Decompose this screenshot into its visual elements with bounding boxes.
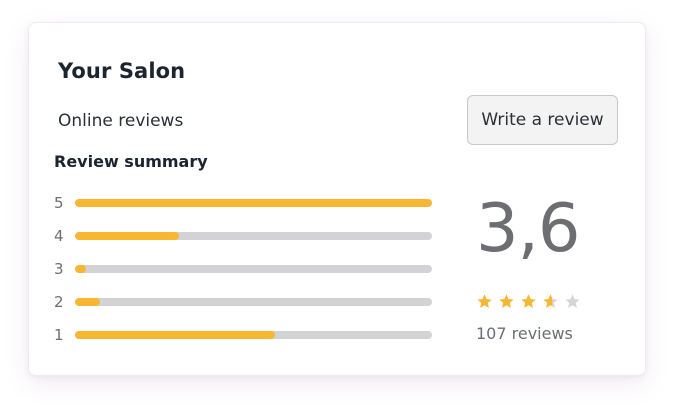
online-reviews-label: Online reviews bbox=[58, 111, 184, 131]
rating-row-5: 5 bbox=[54, 191, 434, 224]
salon-title: Your Salon bbox=[58, 59, 186, 83]
rating-bar-track bbox=[75, 232, 432, 240]
average-rating: 3,6 bbox=[476, 189, 581, 267]
rating-row-label: 5 bbox=[54, 194, 64, 212]
rating-row-2: 2 bbox=[54, 290, 434, 323]
rating-row-1: 1 bbox=[54, 323, 434, 356]
review-count: 107 reviews bbox=[476, 324, 573, 343]
rating-row-label: 2 bbox=[54, 293, 64, 311]
star-icon bbox=[565, 294, 580, 308]
rating-bar-track bbox=[75, 265, 432, 273]
star-icon bbox=[499, 294, 514, 308]
rating-bar-track bbox=[75, 199, 432, 207]
review-card: Your Salon Online reviews Write a review… bbox=[28, 22, 646, 376]
rating-bar-fill bbox=[75, 232, 179, 240]
rating-row-label: 3 bbox=[54, 260, 64, 278]
rating-bar-fill bbox=[75, 298, 100, 306]
star-icon bbox=[543, 294, 558, 308]
rating-row-3: 3 bbox=[54, 257, 434, 290]
star-icon bbox=[477, 294, 492, 308]
rating-row-label: 4 bbox=[54, 227, 64, 245]
rating-row-label: 1 bbox=[54, 326, 64, 344]
write-review-button[interactable]: Write a review bbox=[467, 95, 618, 145]
rating-distribution: 5 4 3 2 1 bbox=[54, 191, 434, 356]
rating-bar-track bbox=[75, 331, 432, 339]
review-summary-heading: Review summary bbox=[54, 152, 208, 171]
rating-row-4: 4 bbox=[54, 224, 434, 257]
rating-bar-fill bbox=[75, 331, 275, 339]
rating-bar-fill bbox=[75, 199, 432, 207]
rating-bar-track bbox=[75, 298, 432, 306]
star-icon bbox=[521, 294, 536, 308]
rating-bar-fill bbox=[75, 265, 86, 273]
